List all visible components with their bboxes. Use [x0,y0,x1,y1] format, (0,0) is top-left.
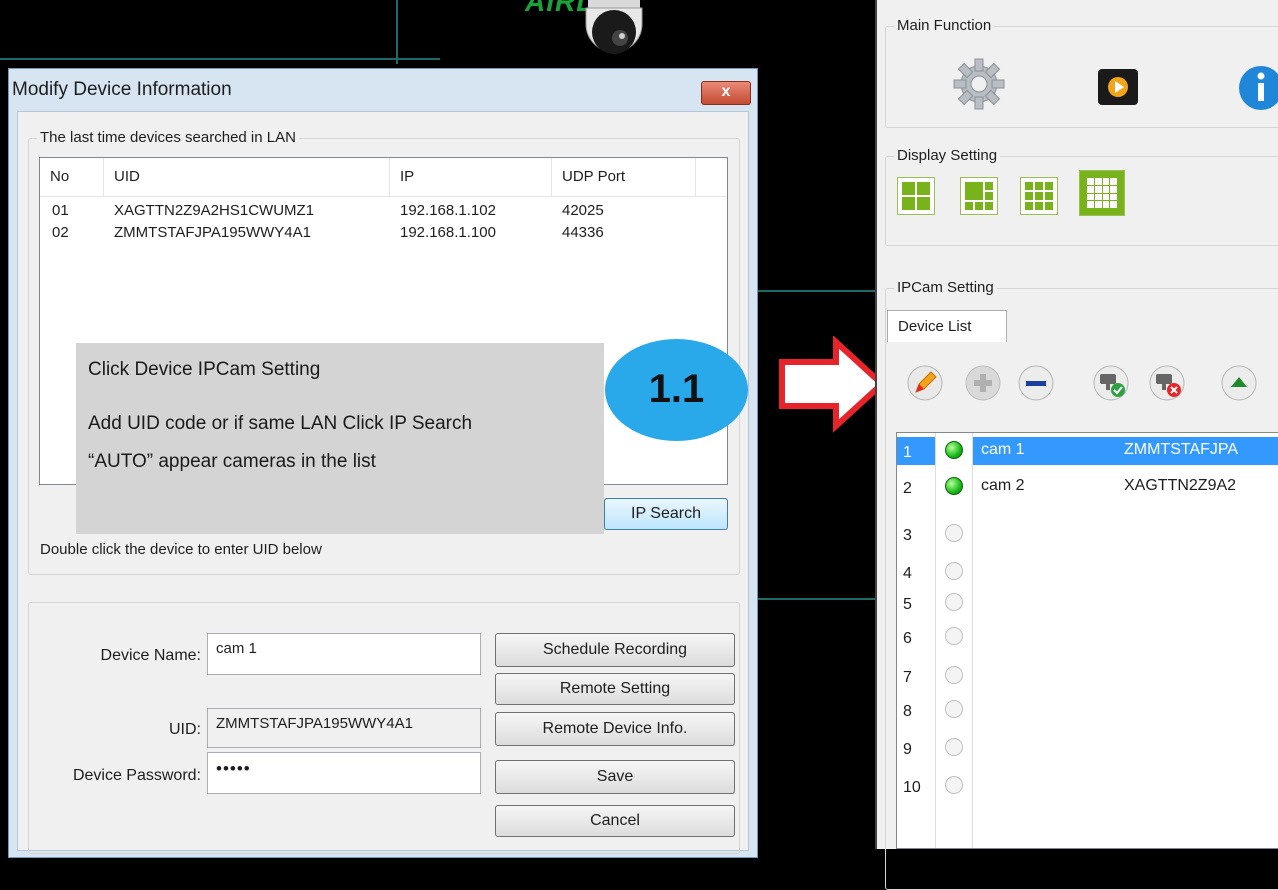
row-uid: XAGTTN2Z9A2HS1CWUMZ1 [114,202,315,219]
instruction-line-2: Add UID code or if same LAN Click IP Sea… [88,413,473,434]
remote-device-info-button[interactable]: Remote Device Info. [495,712,735,746]
edit-icon[interactable] [906,364,944,402]
lan-search-group-label: The last time devices searched in LAN [37,129,299,146]
camera-number: 6 [903,630,912,647]
offline-status-icon [945,627,963,645]
playback-icon[interactable] [1096,67,1140,107]
ip-search-button[interactable]: IP Search [604,498,728,530]
camera-name: cam 2 [981,477,1025,494]
instruction-callout: Click Device IPCam Setting Add UID code … [76,343,604,534]
main-function-label: Main Function [894,17,995,34]
instruction-line-1: Click Device IPCam Setting [88,359,321,380]
device-password-label: Device Password: [72,767,201,784]
close-button[interactable]: x [701,81,751,105]
device-password-input[interactable]: ••••• [207,752,481,794]
connect-camera-icon[interactable] [1092,364,1130,402]
hint-text: Double click the device to enter UID bel… [40,541,322,558]
offline-status-icon [945,738,963,756]
grid-line [396,0,398,64]
table-row[interactable]: 01 XAGTTN2Z9A2HS1CWUMZ1 192.168.1.102 42… [40,200,727,222]
camera-name: cam 1 [981,441,1025,458]
device-info-group: Device Name: cam 1 UID: ZMMTSTAFJPA195WW… [28,602,740,854]
move-up-icon[interactable] [1220,364,1258,402]
camera-row[interactable]: 8 [897,696,1278,724]
uid-label: UID: [169,721,201,738]
device-name-input[interactable]: cam 1 [207,633,481,675]
column-header-no[interactable]: No [40,158,104,196]
table-header: No UID IP UDP Port [40,158,727,197]
table-row[interactable]: 02 ZMMTSTAFJPA195WWY4A1 192.168.1.100 44… [40,222,727,244]
layout-6-icon[interactable] [960,177,998,215]
camera-row[interactable]: 10 [897,772,1278,800]
online-status-icon [945,477,963,495]
grid-line [758,290,875,292]
dialog-title: Modify Device Information [12,79,232,100]
offline-status-icon [945,666,963,684]
schedule-recording-button[interactable]: Schedule Recording [495,633,735,667]
column-header-ip[interactable]: IP [390,158,552,196]
row-ip: 192.168.1.102 [400,202,496,219]
camera-number: 5 [903,596,912,613]
camera-uid: XAGTTN2Z9A2 [1124,477,1237,494]
camera-row[interactable]: 2 cam 2 XAGTTN2Z9A2 [897,473,1278,501]
camera-uid: ZMMTSTAFJPA [1124,441,1239,458]
tab-device-list[interactable]: Device List [887,310,1007,342]
step-badge: 1.1 [605,339,748,441]
display-setting-label: Display Setting [894,147,1001,164]
uid-field[interactable]: ZMMTSTAFJPA195WWY4A1 [207,708,481,748]
instruction-line-3: “AUTO” appear cameras in the list [88,451,376,472]
offline-status-icon [945,593,963,611]
camera-number: 9 [903,741,912,758]
camera-row[interactable]: 5 [897,589,1278,617]
info-icon[interactable] [1236,63,1278,113]
device-name-label: Device Name: [100,647,201,664]
row-ip: 192.168.1.100 [400,224,496,241]
layout-9-icon[interactable] [1020,177,1058,215]
camera-device-list[interactable]: 1 cam 1 ZMMTSTAFJPA 2 cam 2 XAGTTN2Z9A2 3 4 5 6 7 8… [896,432,1278,849]
offline-status-icon [945,776,963,794]
row-no: 02 [52,224,69,241]
camera-row[interactable]: 1 cam 1 ZMMTSTAFJPA [897,437,1278,465]
offline-status-icon [945,700,963,718]
row-port: 42025 [562,202,604,219]
cancel-button[interactable]: Cancel [495,805,735,837]
disconnect-camera-icon[interactable] [1148,364,1186,402]
step-number: 1.1 [648,367,705,411]
camera-number: 1 [903,444,912,461]
grid-line [758,598,875,600]
grid-line [0,58,440,60]
row-port: 44336 [562,224,604,241]
red-arrow-icon [779,336,887,433]
camera-number: 2 [903,480,912,497]
column-header-udp-port[interactable]: UDP Port [552,158,696,196]
camera-row[interactable]: 4 [897,558,1278,586]
row-no: 01 [52,202,69,219]
main-function-group: Main Function [885,17,1278,128]
column-header-uid[interactable]: UID [104,158,390,196]
remote-setting-button[interactable]: Remote Setting [495,673,735,705]
camera-row[interactable]: 3 [897,520,1278,548]
camera-row[interactable]: 7 [897,662,1278,690]
save-button[interactable]: Save [495,760,735,794]
add-device-icon[interactable] [964,364,1002,402]
online-status-icon [945,441,963,459]
camera-number: 3 [903,527,912,544]
offline-status-icon [945,562,963,580]
layout-16-icon[interactable] [1079,170,1125,216]
camera-number: 4 [903,565,912,582]
camera-row[interactable]: 9 [897,734,1278,762]
camera-number: 10 [903,779,921,796]
ipcam-setting-label: IPCam Setting [894,279,997,296]
remove-device-icon[interactable] [1017,364,1055,402]
camera-row[interactable]: 6 [897,623,1278,651]
row-uid: ZMMTSTAFJPA195WWY4A1 [114,224,311,241]
camera-number: 7 [903,669,912,686]
camera-number: 8 [903,703,912,720]
dialog-title-bar[interactable]: Modify Device Information x [9,69,757,111]
offline-status-icon [945,524,963,542]
camera-dome-icon [585,0,643,54]
layout-4-icon[interactable] [897,177,935,215]
gear-icon[interactable] [950,55,1008,113]
